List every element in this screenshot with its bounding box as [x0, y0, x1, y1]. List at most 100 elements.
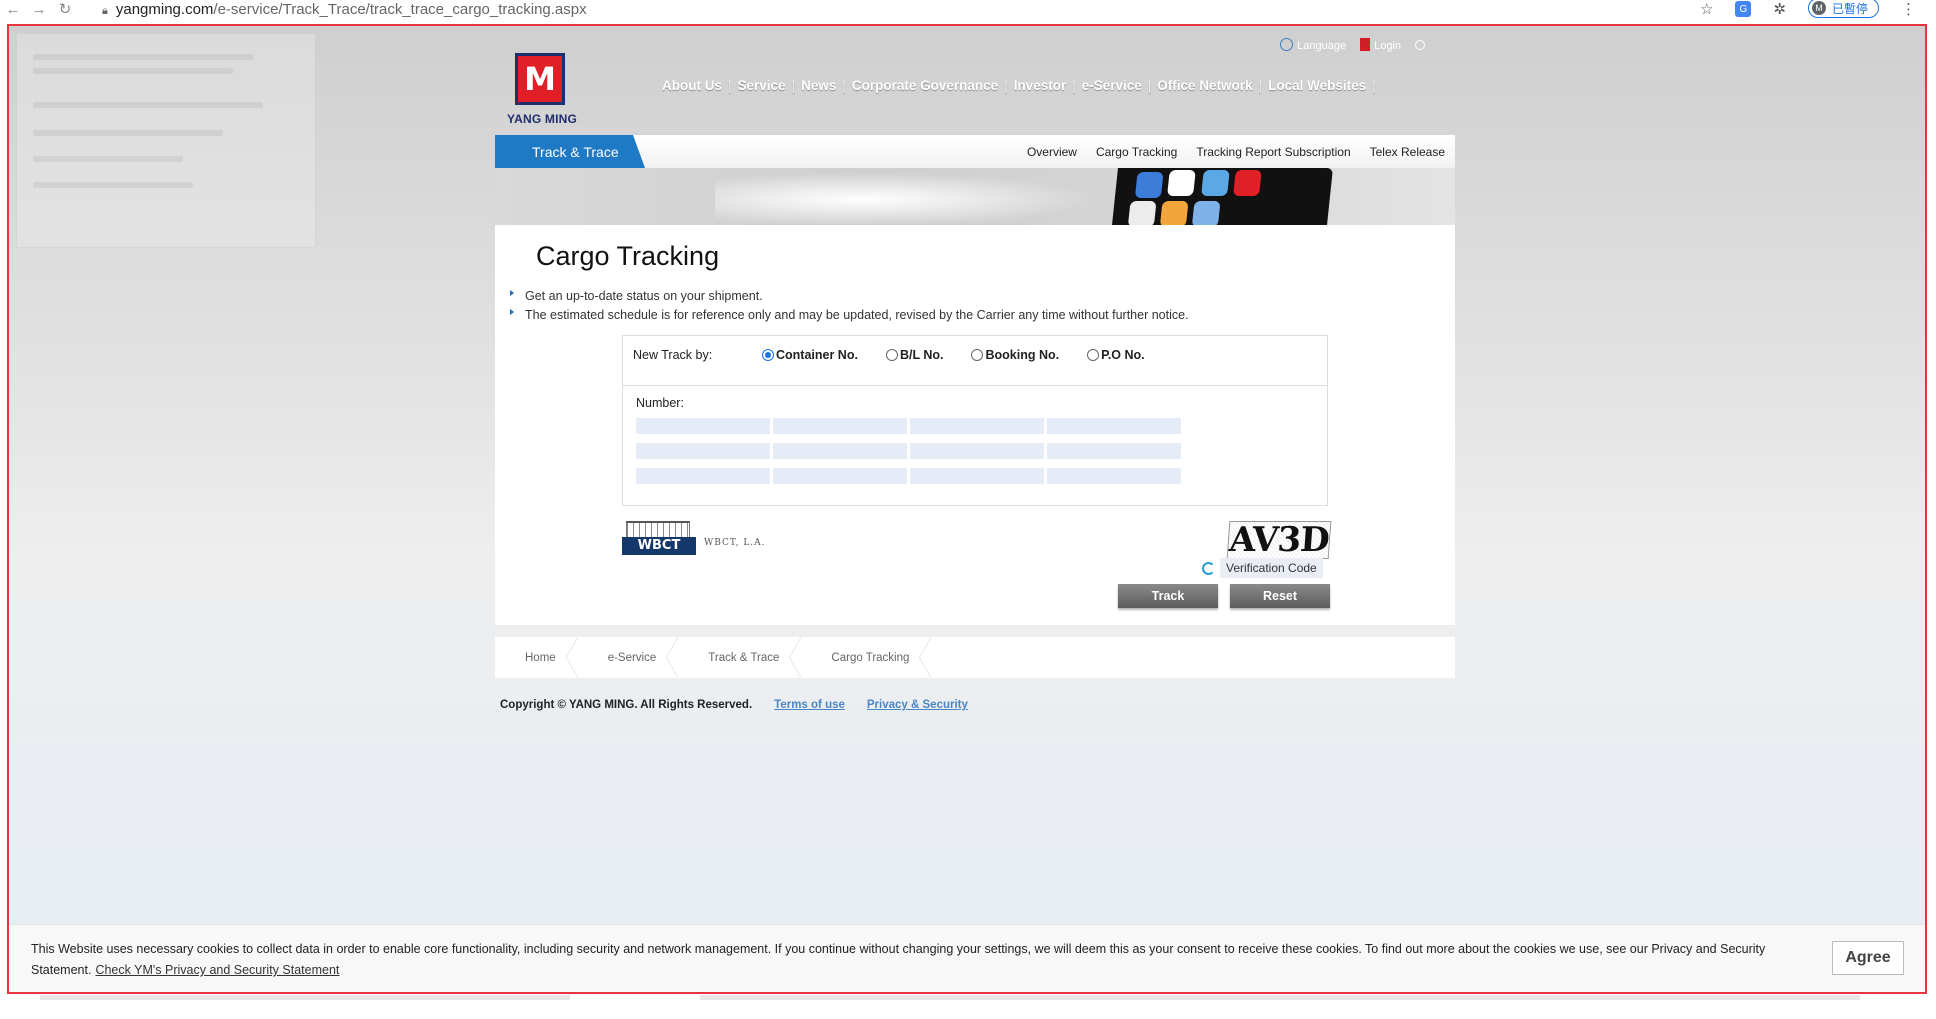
sublink-tracking-report-subscription[interactable]: Tracking Report Subscription [1196, 145, 1350, 159]
refresh-captcha-icon[interactable] [1202, 561, 1215, 575]
site-header: M YANG MING Language Login About Us | Ser… [495, 25, 1455, 135]
avatar: M [1811, 1, 1826, 15]
radio-icon[interactable] [971, 349, 984, 361]
address-bar[interactable]: 🔒︎ yangming.com/e-service/Track_Trace/tra… [102, 1, 587, 18]
cargo-tracking-card: Cargo Tracking Get an up-to-date status … [495, 225, 1455, 625]
logo-text: YANG MING [507, 112, 578, 126]
verification-code-label: Verification Code [1220, 558, 1323, 578]
cookie-banner: This Website uses necessary cookies to c… [8, 924, 1926, 993]
agree-button[interactable]: Agree [1832, 941, 1904, 975]
info-bullet: Get an up-to-date status on your shipmen… [510, 287, 1189, 306]
number-input[interactable] [636, 443, 770, 459]
utility-links: Language Login [1280, 38, 1425, 52]
radio-bl-no[interactable]: B/L No. [885, 348, 943, 362]
browser-menu-icon[interactable]: ⋮ [1901, 0, 1916, 18]
reload-icon[interactable]: ↻ [52, 0, 78, 18]
login-link[interactable]: Login [1360, 38, 1401, 52]
forward-icon[interactable]: → [26, 1, 52, 18]
world-map-graphic [715, 168, 1135, 225]
number-label: Number: [636, 396, 684, 410]
site-footer: Copyright © YANG MING. All Rights Reserv… [495, 695, 1455, 715]
info-bullet: The estimated schedule is for reference … [510, 306, 1189, 325]
cookie-message: This Website uses necessary cookies to c… [31, 939, 1791, 981]
breadcrumb-home[interactable]: Home [495, 637, 578, 678]
nav-corporate-governance[interactable]: Corporate Governance [852, 78, 998, 93]
terms-of-use-link[interactable]: Terms of use [774, 699, 845, 711]
lock-icon: 🔒︎ [102, 4, 108, 17]
nav-e-service[interactable]: e-Service [1082, 78, 1142, 93]
smartphone-graphic [1112, 168, 1333, 225]
bottom-strip [0, 995, 1936, 1019]
sublink-telex-release[interactable]: Telex Release [1370, 145, 1445, 159]
number-input[interactable] [1047, 418, 1181, 434]
section-subnav: Track & Trace Overview Cargo Tracking Tr… [495, 135, 1455, 168]
yang-ming-logo[interactable]: M [515, 53, 565, 105]
wbct-logo-text: WBCT [622, 537, 696, 555]
extensions-puzzle-icon[interactable]: ✲ [1773, 0, 1786, 18]
copyright-text: Copyright © YANG MING. All Rights Reserv… [500, 699, 753, 711]
globe-icon [1280, 38, 1294, 51]
nav-investor[interactable]: Investor [1014, 78, 1067, 93]
cookie-privacy-link[interactable]: Check YM's Privacy and Security Statemen… [95, 963, 339, 977]
nav-news[interactable]: News [801, 78, 836, 93]
nav-local-websites[interactable]: Local Websites [1268, 78, 1366, 93]
browser-actions: ☆ G ✲ M 已暫停 ⋮ [1700, 0, 1916, 18]
number-input[interactable] [636, 468, 770, 484]
browser-toolbar: ← → ↻ 🔒︎ yangming.com/e-service/Track_Tra… [0, 0, 1936, 18]
number-input[interactable] [773, 418, 907, 434]
tracking-form: New Track by: Container No. B/L No. Book… [622, 335, 1328, 506]
nav-about-us[interactable]: About Us [662, 78, 722, 93]
radio-selected-icon[interactable] [762, 349, 774, 361]
nav-office-network[interactable]: Office Network [1157, 78, 1252, 93]
login-icon [1360, 38, 1371, 51]
privacy-security-link[interactable]: Privacy & Security [867, 699, 968, 711]
terminal-roof-graphic [626, 521, 690, 537]
number-input[interactable] [910, 418, 1044, 434]
radio-booking-no[interactable]: Booking No. [971, 348, 1059, 362]
sublink-cargo-tracking[interactable]: Cargo Tracking [1096, 145, 1177, 159]
radio-container-no[interactable]: Container No. [762, 348, 858, 362]
track-button[interactable]: Track [1118, 584, 1218, 608]
number-input[interactable] [636, 418, 770, 434]
url-path: /e-service/Track_Trace/track_trace_cargo… [213, 0, 587, 18]
profile-status-label: 已暫停 [1831, 1, 1868, 16]
language-link[interactable]: Language [1280, 38, 1346, 52]
captcha-image: AV3D [1226, 520, 1332, 560]
number-input[interactable] [1047, 443, 1181, 459]
nav-service[interactable]: Service [738, 78, 786, 93]
number-input[interactable] [910, 443, 1044, 459]
number-input[interactable] [910, 468, 1044, 484]
track-trace-tab[interactable]: Track & Trace [495, 135, 645, 168]
faded-overlay-panel [16, 33, 316, 248]
info-bullets: Get an up-to-date status on your shipmen… [510, 287, 1189, 325]
sublink-overview[interactable]: Overview [1027, 145, 1077, 159]
breadcrumb-track-trace[interactable]: Track & Trace [678, 637, 802, 678]
page-title: Cargo Tracking [536, 241, 720, 271]
main-nav: About Us | Service | News | Corporate Gover… [662, 78, 1376, 93]
profile-button[interactable]: M 已暫停 [1807, 0, 1879, 18]
page-viewport: M YANG MING Language Login About Us | Ser… [8, 25, 1926, 993]
breadcrumb-e-service[interactable]: e-Service [578, 637, 679, 678]
reset-button[interactable]: Reset [1230, 584, 1330, 608]
radio-po-no[interactable]: P.O No. [1087, 348, 1145, 362]
verification-code: Verification Code [1202, 558, 1323, 578]
track-type-radio-group: Container No. B/L No. Booking No. P.O No… [762, 348, 1145, 362]
number-input-grid [636, 418, 1181, 484]
wbct-logo[interactable]: WBCT [622, 521, 696, 555]
number-input[interactable] [773, 468, 907, 484]
translate-extension-icon[interactable]: G [1735, 1, 1752, 17]
breadcrumb-cargo-tracking[interactable]: Cargo Tracking [801, 637, 932, 678]
partner-name: WBCT, L.A. [704, 538, 766, 548]
new-track-label: New Track by: [633, 348, 713, 362]
hero-banner [495, 168, 1455, 225]
url-host: yangming.com [115, 0, 214, 18]
radio-icon[interactable] [1087, 349, 1100, 361]
number-input[interactable] [1047, 468, 1181, 484]
track-type-row: New Track by: Container No. B/L No. Book… [623, 336, 1327, 386]
radio-icon[interactable] [885, 349, 898, 361]
search-icon[interactable] [1415, 40, 1425, 50]
bookmark-star-icon[interactable]: ☆ [1700, 0, 1713, 18]
section-links: Overview Cargo Tracking Tracking Report … [1027, 135, 1445, 168]
number-input[interactable] [773, 443, 907, 459]
back-icon[interactable]: ← [0, 1, 26, 18]
